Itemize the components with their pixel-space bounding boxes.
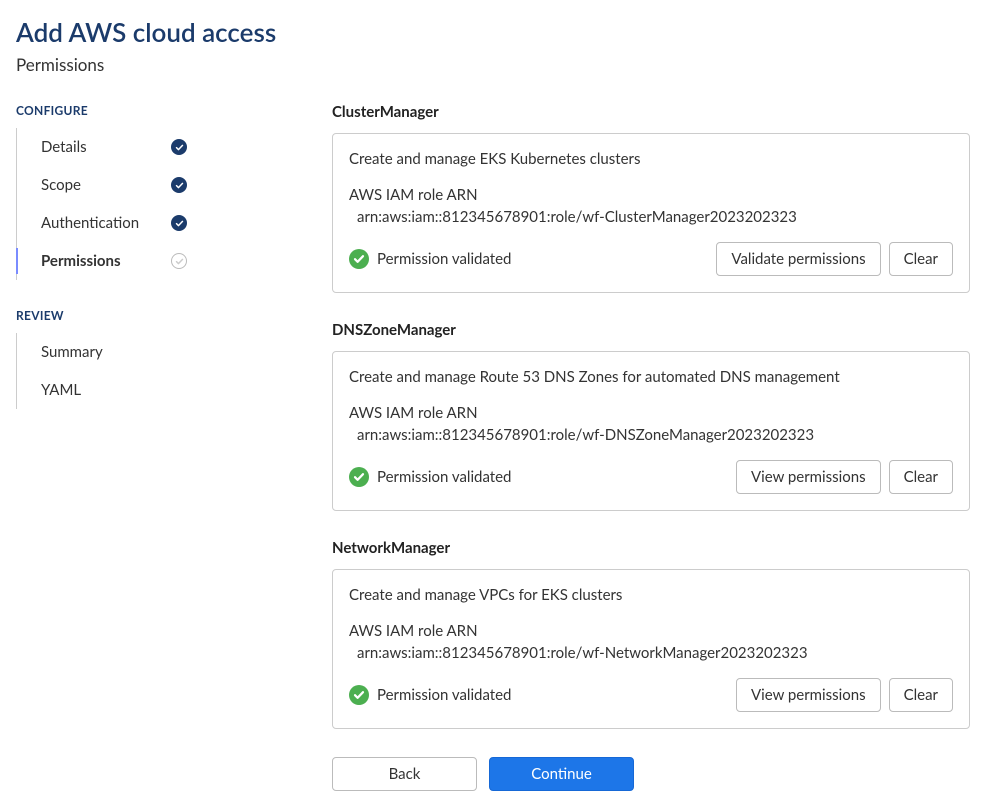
sidebar-item-details[interactable]: Details	[17, 128, 207, 166]
sidebar-item-label: YAML	[41, 381, 81, 399]
arn-value: arn:aws:iam::812345678901:role/wf-DNSZon…	[349, 426, 953, 444]
wizard-sidebar: CONFIGURE Details Scope Authentication	[16, 103, 332, 791]
arn-label: AWS IAM role ARN	[349, 404, 953, 422]
sidebar-item-label: Scope	[41, 176, 81, 194]
permission-card-dnszonemanager: DNSZoneManager Create and manage Route 5…	[332, 321, 970, 511]
sidebar-item-label: Details	[41, 138, 87, 156]
clear-button[interactable]: Clear	[889, 242, 953, 276]
validated-status: Permission validated	[349, 467, 511, 487]
continue-button[interactable]: Continue	[489, 757, 634, 791]
page-title: Add AWS cloud access	[16, 16, 970, 48]
permission-name: ClusterManager	[332, 103, 970, 121]
sidebar-item-summary[interactable]: Summary	[17, 333, 207, 371]
clear-button[interactable]: Clear	[889, 678, 953, 712]
permission-description: Create and manage EKS Kubernetes cluster…	[349, 150, 953, 168]
arn-value: arn:aws:iam::812345678901:role/wf-Networ…	[349, 644, 953, 662]
clear-button[interactable]: Clear	[889, 460, 953, 494]
validated-text: Permission validated	[377, 468, 511, 486]
wizard-footer: Back Continue	[332, 757, 970, 791]
arn-label: AWS IAM role ARN	[349, 186, 953, 204]
permission-description: Create and manage Route 53 DNS Zones for…	[349, 368, 953, 386]
validated-text: Permission validated	[377, 686, 511, 704]
sidebar-item-permissions[interactable]: Permissions	[17, 242, 207, 280]
arn-label: AWS IAM role ARN	[349, 622, 953, 640]
permission-name: NetworkManager	[332, 539, 970, 557]
sidebar-item-authentication[interactable]: Authentication	[17, 204, 207, 242]
main-content: ClusterManager Create and manage EKS Kub…	[332, 103, 970, 791]
check-icon	[171, 215, 187, 231]
validated-status: Permission validated	[349, 249, 511, 269]
sidebar-item-label: Authentication	[41, 214, 139, 232]
sidebar-item-scope[interactable]: Scope	[17, 166, 207, 204]
sidebar-section-label: REVIEW	[16, 308, 332, 323]
page-subtitle: Permissions	[16, 54, 970, 75]
check-outline-icon	[171, 253, 187, 269]
sidebar-item-yaml[interactable]: YAML	[17, 371, 207, 409]
sidebar-section-label: CONFIGURE	[16, 103, 332, 118]
sidebar-item-label: Permissions	[41, 252, 121, 270]
back-button[interactable]: Back	[332, 757, 477, 791]
view-permissions-button[interactable]: View permissions	[736, 678, 881, 712]
permission-name: DNSZoneManager	[332, 321, 970, 339]
success-icon	[349, 685, 369, 705]
view-permissions-button[interactable]: View permissions	[736, 460, 881, 494]
validated-status: Permission validated	[349, 685, 511, 705]
sidebar-item-label: Summary	[41, 343, 103, 361]
success-icon	[349, 249, 369, 269]
sidebar-section-configure: CONFIGURE Details Scope Authentication	[16, 103, 332, 280]
permission-card-clustermanager: ClusterManager Create and manage EKS Kub…	[332, 103, 970, 293]
validate-permissions-button[interactable]: Validate permissions	[716, 242, 880, 276]
sidebar-section-review: REVIEW Summary YAML	[16, 308, 332, 409]
arn-value: arn:aws:iam::812345678901:role/wf-Cluste…	[349, 208, 953, 226]
validated-text: Permission validated	[377, 250, 511, 268]
success-icon	[349, 467, 369, 487]
check-icon	[171, 139, 187, 155]
permission-card-networkmanager: NetworkManager Create and manage VPCs fo…	[332, 539, 970, 729]
check-icon	[171, 177, 187, 193]
permission-description: Create and manage VPCs for EKS clusters	[349, 586, 953, 604]
